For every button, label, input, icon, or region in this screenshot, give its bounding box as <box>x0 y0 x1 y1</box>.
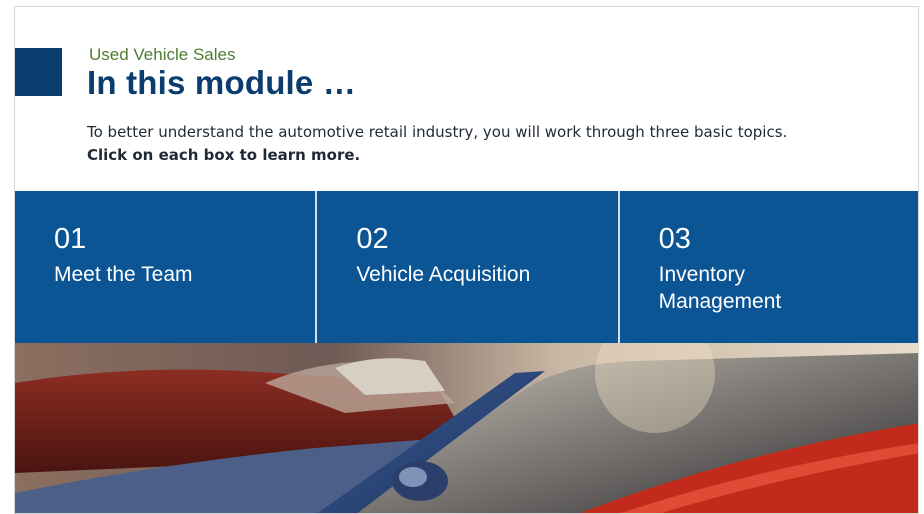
parked-cars-photo <box>15 343 918 513</box>
topic-box-vehicle-acquisition[interactable]: 02 Vehicle Acquisition <box>317 191 620 343</box>
course-subtitle: Used Vehicle Sales <box>89 45 236 64</box>
intro-paragraph: To better understand the automotive reta… <box>87 121 807 167</box>
topic-box-inventory-management[interactable]: 03 Inventory Management <box>619 191 918 343</box>
topic-label: Vehicle Acquisition <box>356 263 531 286</box>
topic-box-meet-the-team[interactable]: 01 Meet the Team <box>15 191 318 343</box>
topic-number: 03 <box>658 223 691 255</box>
topic-number: 02 <box>356 223 389 255</box>
accent-square <box>15 48 62 96</box>
intro-text: To better understand the automotive reta… <box>87 123 788 141</box>
topic-label: Inventory Management <box>658 263 782 313</box>
intro-instruction: Click on each box to learn more. <box>87 146 361 164</box>
topic-boxes: 01 Meet the Team 02 Vehicle Acquisition … <box>15 191 918 343</box>
topic-number: 01 <box>54 223 87 255</box>
module-slide: Used Vehicle Sales In this module … To b… <box>14 6 919 514</box>
topic-label: Meet the Team <box>54 263 193 286</box>
page-title: In this module … <box>87 64 357 101</box>
